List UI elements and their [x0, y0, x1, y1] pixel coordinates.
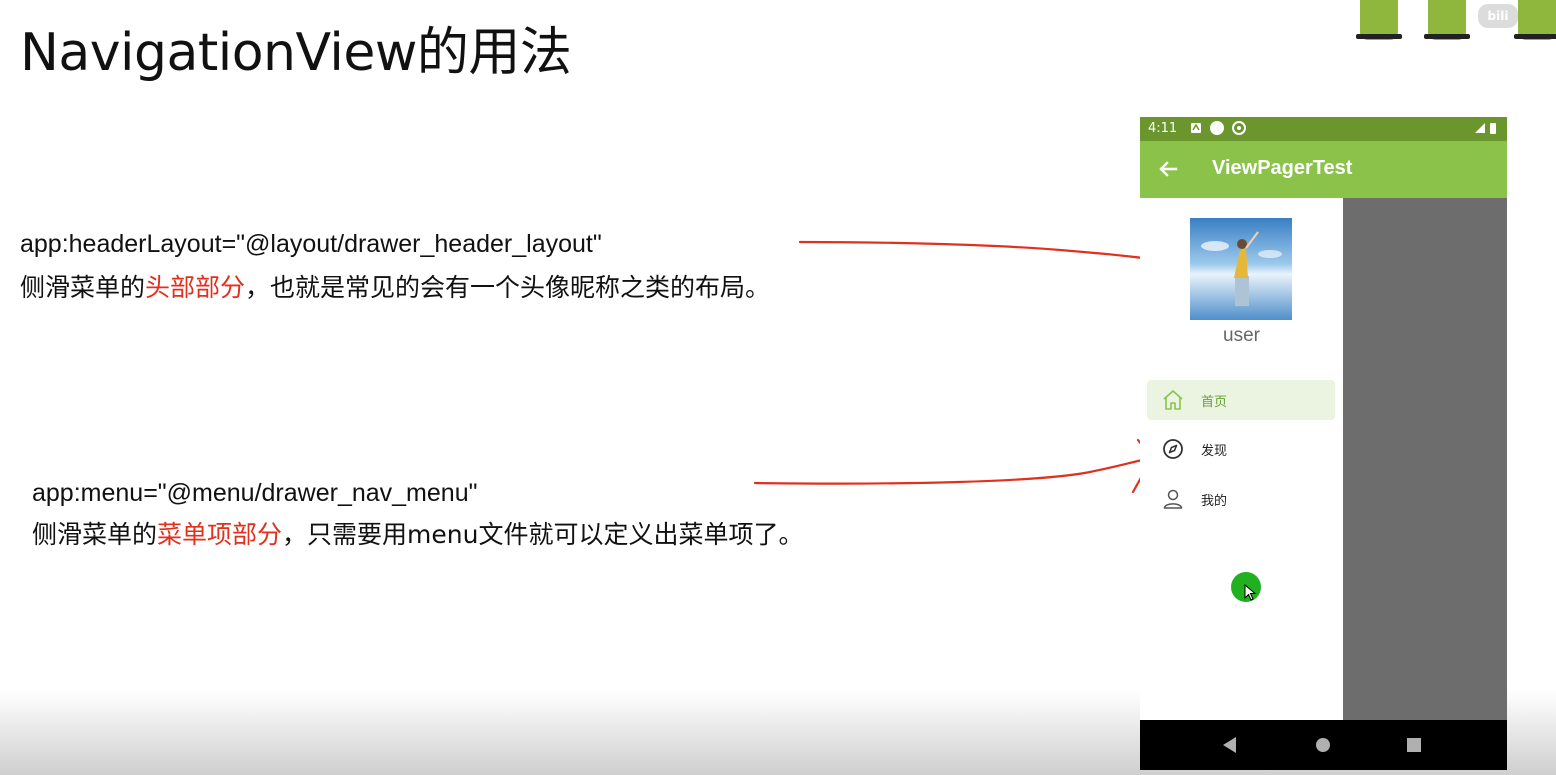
android-mascot-icon — [1356, 0, 1402, 40]
navigation-drawer: user 首页 发现 我的 — [1140, 198, 1343, 720]
back-triangle-icon[interactable] — [1219, 734, 1241, 756]
drawer-item-label: 发现 — [1201, 444, 1228, 459]
user-name: user — [1223, 325, 1260, 346]
drawer-item-label: 首页 — [1201, 395, 1228, 410]
recents-square-icon[interactable] — [1403, 734, 1425, 756]
person-icon — [1163, 489, 1183, 509]
android-mascot-icon — [1424, 0, 1470, 40]
menu-code: app:menu="@menu/drawer_nav_menu" — [32, 479, 478, 507]
mouse-pointer-icon — [1244, 584, 1257, 601]
avatar[interactable] — [1190, 218, 1292, 320]
highlighted-term: 菜单项部分 — [157, 520, 283, 549]
description-suffix: ，只需要用menu文件就可以定义出菜单项了。 — [282, 520, 804, 549]
dot-indicator-icon — [1210, 121, 1224, 135]
drawer-item-label: 我的 — [1201, 494, 1228, 509]
menu-arrow-line — [753, 456, 1154, 485]
system-navigation-bar — [1140, 720, 1507, 770]
compass-icon — [1163, 439, 1183, 459]
home-circle-icon[interactable] — [1312, 734, 1334, 756]
notification-icon — [1191, 123, 1201, 133]
menu-description: 侧滑菜单的菜单项部分，只需要用menu文件就可以定义出菜单项了。 — [32, 515, 803, 551]
android-mascots-decoration — [1352, 0, 1556, 50]
drawer-item-discover[interactable]: 发现 — [1147, 429, 1335, 469]
drawer-item-mine[interactable]: 我的 — [1147, 479, 1335, 519]
header-layout-code: app:headerLayout="@layout/drawer_header_… — [20, 230, 602, 258]
description-prefix: 侧滑菜单的 — [32, 520, 158, 549]
header-layout-description: 侧滑菜单的头部部分，也就是常见的会有一个头像昵称之类的布局。 — [20, 268, 770, 304]
arrow-back-icon[interactable] — [1154, 155, 1182, 183]
watermark-logo-icon: bili — [1478, 4, 1518, 28]
app-bar-title: ViewPagerTest — [1212, 157, 1353, 179]
app-bar: ViewPagerTest — [1140, 141, 1507, 198]
drawer-scrim[interactable] — [1343, 198, 1507, 720]
status-time: 4:11 — [1148, 121, 1178, 136]
phone-screen: 4:11 ViewPagerTest user 首页 发现 我的 — [1140, 117, 1507, 770]
status-bar: 4:11 — [1140, 117, 1507, 141]
data-saver-icon — [1232, 121, 1246, 135]
highlighted-term: 头部部分 — [145, 273, 246, 302]
signal-icon — [1475, 123, 1485, 133]
description-suffix: ，也就是常见的会有一个头像昵称之类的布局。 — [245, 273, 771, 302]
description-prefix: 侧滑菜单的 — [20, 273, 146, 302]
drawer-item-home[interactable]: 首页 — [1147, 380, 1335, 420]
home-icon — [1163, 390, 1183, 410]
slide-title: NavigationView的用法 — [20, 23, 572, 83]
header-arrow-line — [798, 240, 1190, 267]
battery-icon — [1490, 123, 1496, 134]
android-mascot-icon — [1514, 0, 1556, 40]
